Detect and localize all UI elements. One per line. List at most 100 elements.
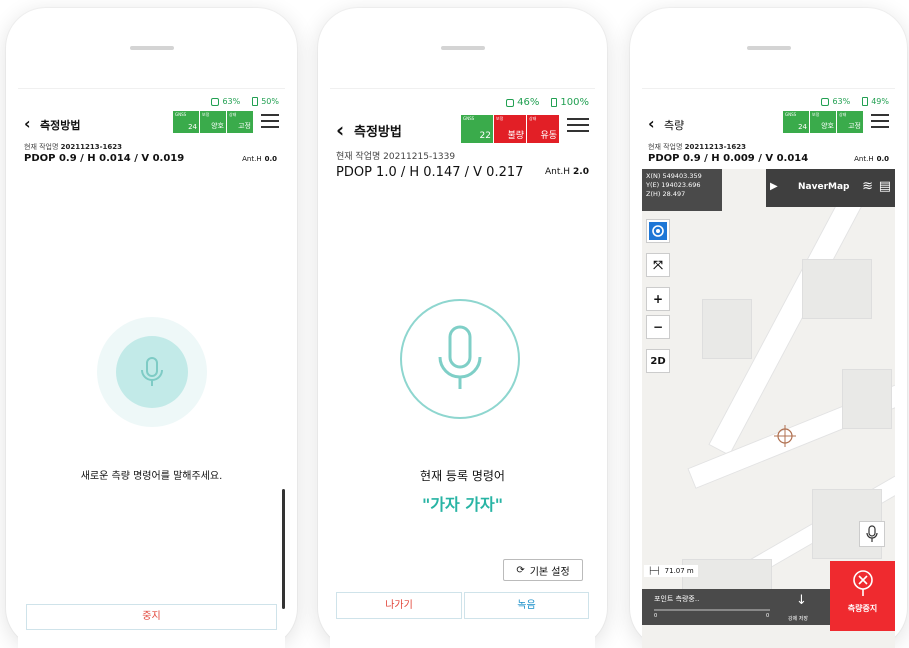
- gnss-badge: GNSS 24: [173, 111, 199, 133]
- signal-icon: [211, 97, 220, 106]
- clipboard-icon[interactable]: ▤: [879, 179, 891, 194]
- battery-icon: [862, 97, 869, 106]
- registered-command-label: 현재 등록 명령어: [420, 469, 505, 483]
- app-header: ‹ 측정방법 GNSS 24 보정 양호 상태 고정: [24, 111, 279, 137]
- record-button[interactable]: 녹음: [464, 592, 589, 619]
- voice-prompt: 새로운 측량 명령어를 말해주세요.: [80, 471, 223, 482]
- map-provider-bar: ▶ NaverMap ≋ ▤: [766, 169, 895, 207]
- antenna-height: Ant.H 0.0: [854, 155, 889, 163]
- progress-min: 0: [654, 613, 658, 619]
- point-status-text: 포인트 측량중..: [654, 595, 700, 603]
- stop-button[interactable]: 중지: [26, 604, 277, 630]
- map-view[interactable]: X(N) 549403.359 Y(E) 194023.696 Z(H) 28.…: [642, 169, 895, 648]
- work-name-line: 현재 작업명 20211213-1623: [24, 143, 123, 151]
- back-chevron-icon[interactable]: ‹: [336, 118, 344, 142]
- microphone-icon: [438, 325, 482, 389]
- map-building: [842, 369, 892, 429]
- speaker-grille: [440, 46, 485, 50]
- work-name-line: 현재 작업명 20211213-1623: [648, 143, 747, 151]
- layers-icon[interactable]: ≋: [862, 179, 873, 194]
- status-bar: 46% 100%: [506, 97, 589, 108]
- state-badge: 상태 고정: [227, 111, 253, 133]
- mode-2d-button[interactable]: 2D: [646, 349, 670, 373]
- gnss-badges: GNSS 24 보정 양호 상태 고정: [783, 111, 863, 133]
- locate-icon: [649, 222, 667, 240]
- screen-voice-command: 63% 50% ‹ 측정방법 GNSS 24 보정 양호 상태 고정 현재 작업명 2…: [18, 88, 285, 648]
- map-building: [802, 259, 872, 319]
- stop-survey-button[interactable]: 측량중지: [830, 561, 895, 631]
- back-chevron-icon[interactable]: ‹: [24, 114, 31, 133]
- signal-icon: [821, 97, 830, 106]
- cancel-pin-icon: [852, 570, 873, 596]
- map-provider-label[interactable]: NaverMap: [798, 182, 850, 192]
- progress-bar: [654, 609, 770, 611]
- stop-survey-label: 측량중지: [847, 604, 878, 613]
- gnss-badges: GNSS 24 보정 양호 상태 고정: [173, 111, 253, 133]
- survey-status-panel: 포인트 측량중.. 0 0 ↓ 강제 저장: [642, 589, 830, 625]
- zoom-out-button[interactable]: −: [646, 315, 670, 339]
- page-title: 측량: [664, 119, 685, 132]
- signal-percent: 63%: [832, 97, 851, 106]
- scale-bar-icon: ├─┤: [648, 567, 661, 575]
- page-title: 측정방법: [354, 125, 402, 140]
- map-scale: ├─┤ 71.07 m: [644, 565, 698, 577]
- locate-button[interactable]: [646, 219, 670, 243]
- coord-z: Z(H) 28.497: [646, 190, 686, 198]
- correction-badge: 보정 양호: [200, 111, 226, 133]
- coordinate-readout: X(N) 549403.359 Y(E) 194023.696 Z(H) 28.…: [642, 169, 722, 211]
- work-name-line: 현재 작업명 20211215-1339: [336, 152, 456, 162]
- antenna-height: Ant.H 0.0: [242, 155, 277, 163]
- signal-icon: [506, 98, 515, 107]
- pdop-readout: PDOP 0.9 / H 0.014 / V 0.019: [24, 153, 185, 164]
- reset-default-button[interactable]: ⟳ 기본 설정: [503, 559, 583, 581]
- registered-command-value: "가자 가자": [421, 495, 504, 514]
- hamburger-menu-icon[interactable]: [567, 118, 589, 136]
- crosshair-icon: [774, 425, 796, 447]
- mic-button[interactable]: [116, 336, 188, 408]
- signal-percent: 63%: [222, 97, 241, 106]
- microphone-icon: [866, 525, 878, 542]
- microphone-icon: [141, 357, 163, 386]
- speaker-grille: [129, 46, 174, 50]
- speaker-grille: [746, 46, 791, 50]
- battery-percent: 50%: [261, 97, 279, 106]
- voice-command-button[interactable]: [859, 521, 885, 547]
- page-title: 측정방법: [40, 119, 81, 132]
- play-icon[interactable]: ▶: [770, 181, 778, 192]
- gnss-badges: GNSS 22 보정 불량 상태 유동: [461, 115, 559, 143]
- app-header: ‹ 측량 GNSS 24 보정 양호 상태 고정: [648, 111, 889, 137]
- screen-survey-map: 63% 49% ‹ 측량 GNSS 24 보정 양호 상태 고정 현재 작업명 202…: [642, 88, 895, 648]
- battery-icon: [252, 97, 259, 106]
- app-header: ‹ 측정방법 GNSS 22 보정 불량 상태 유동: [336, 115, 589, 145]
- phone-frame-3: 63% 49% ‹ 측량 GNSS 24 보정 양호 상태 고정 현재 작업명 202…: [630, 8, 907, 648]
- expand-arrows-icon: ⤧: [653, 257, 663, 272]
- state-badge: 상태 고정: [837, 111, 863, 133]
- battery-icon: [551, 98, 558, 107]
- exit-button[interactable]: 나가기: [336, 592, 462, 619]
- download-arrow-icon[interactable]: ↓: [796, 593, 807, 608]
- coord-x: X(N) 549403.359: [646, 172, 702, 180]
- fit-extent-button[interactable]: ⤧: [646, 253, 670, 277]
- refresh-icon: ⟳: [516, 564, 525, 576]
- signal-percent: 46%: [517, 97, 540, 108]
- scrollbar[interactable]: [282, 489, 285, 609]
- progress-max: 0: [766, 613, 770, 619]
- zoom-in-button[interactable]: +: [646, 287, 670, 311]
- antenna-height: Ant.H 2.0: [545, 167, 589, 177]
- status-bar: 63% 49%: [821, 97, 889, 106]
- force-save-label[interactable]: 강제 저장: [788, 615, 808, 622]
- back-chevron-icon[interactable]: ‹: [648, 114, 655, 133]
- screen-command-settings: 46% 100% ‹ 측정방법 GNSS 22 보정 불량 상태 유동 현재 작업명 …: [330, 88, 595, 648]
- gnss-badge: GNSS 24: [783, 111, 809, 133]
- correction-badge: 보정 불량: [494, 115, 526, 143]
- mic-record-button[interactable]: [400, 299, 520, 419]
- battery-percent: 100%: [560, 97, 589, 108]
- map-building: [702, 299, 752, 359]
- phone-frame-1: 63% 50% ‹ 측정방법 GNSS 24 보정 양호 상태 고정 현재 작업명 2…: [6, 8, 297, 648]
- hamburger-menu-icon[interactable]: [871, 114, 889, 132]
- coord-y: Y(E) 194023.696: [646, 181, 701, 189]
- correction-badge: 보정 양호: [810, 111, 836, 133]
- battery-percent: 49%: [871, 97, 889, 106]
- hamburger-menu-icon[interactable]: [261, 114, 279, 132]
- phone-frame-2: 46% 100% ‹ 측정방법 GNSS 22 보정 불량 상태 유동 현재 작업명 …: [318, 8, 607, 648]
